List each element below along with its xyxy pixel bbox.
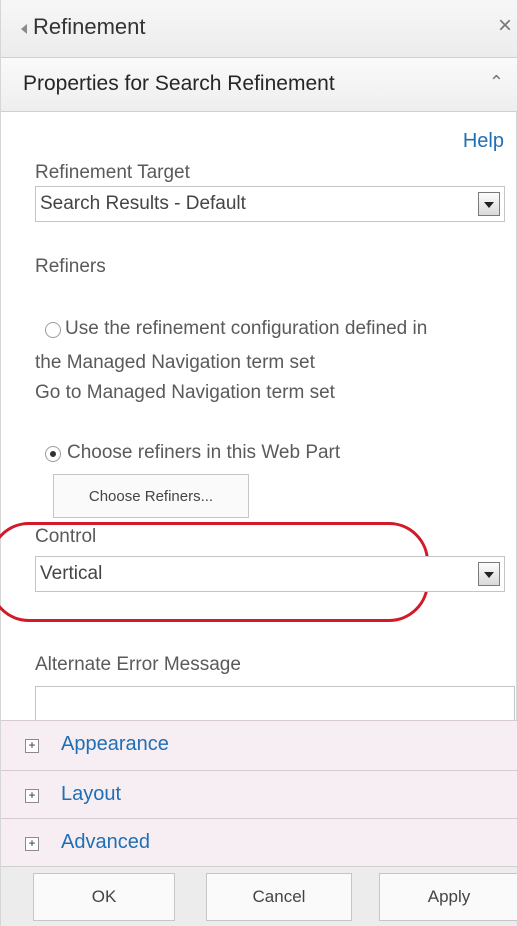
refiners-label: Refiners	[35, 256, 106, 277]
group-appearance[interactable]: + Appearance	[1, 720, 517, 770]
option-webpart-label: Choose refiners in this Web Part	[67, 442, 341, 463]
tool-pane: Refinement × Properties for Search Refin…	[0, 0, 517, 926]
group-label[interactable]: Advanced	[61, 831, 150, 854]
tool-pane-titlebar: Refinement ×	[1, 0, 517, 58]
control-select[interactable]: Vertical	[35, 556, 505, 592]
section-title: Properties for Search Refinement	[23, 72, 335, 95]
dropdown-arrow-icon[interactable]	[478, 562, 500, 586]
option-managed-line1: Use the refinement configuration defined…	[65, 318, 428, 339]
collapse-up-icon[interactable]: ⌃	[489, 72, 504, 93]
refinement-target-select[interactable]: Search Results - Default	[35, 186, 505, 222]
group-label[interactable]: Layout	[61, 783, 121, 806]
expand-plus-icon[interactable]: +	[25, 789, 39, 803]
control-value: Vertical	[40, 563, 103, 584]
expand-plus-icon[interactable]: +	[25, 739, 39, 753]
alternate-error-input[interactable]	[35, 686, 515, 722]
apply-button[interactable]: Apply	[379, 873, 517, 921]
group-label[interactable]: Appearance	[61, 733, 169, 756]
group-advanced[interactable]: + Advanced	[1, 818, 517, 866]
close-icon[interactable]: ×	[498, 12, 512, 40]
properties-section-header[interactable]: Properties for Search Refinement ⌃	[1, 58, 517, 112]
cancel-button[interactable]: Cancel	[206, 873, 352, 921]
radio-managed-navigation[interactable]	[45, 322, 61, 338]
choose-refiners-button[interactable]: Choose Refiners...	[53, 474, 249, 518]
managed-navigation-link[interactable]: Go to Managed Navigation term set	[35, 378, 335, 408]
refinement-target-label: Refinement Target	[35, 162, 190, 183]
expand-plus-icon[interactable]: +	[25, 837, 39, 851]
footer-buttons: OK Cancel Apply	[1, 866, 517, 926]
refinement-target-value: Search Results - Default	[40, 193, 246, 214]
dropdown-arrow-icon[interactable]	[478, 192, 500, 216]
option-managed-line2: the Managed Navigation term set	[35, 352, 315, 373]
help-link[interactable]: Help	[463, 130, 504, 153]
alternate-error-label: Alternate Error Message	[35, 654, 241, 675]
group-layout[interactable]: + Layout	[1, 770, 517, 820]
radio-choose-in-webpart[interactable]	[45, 446, 61, 462]
pane-title: Refinement	[33, 14, 146, 39]
collapse-left-arrow-icon[interactable]	[21, 24, 27, 34]
control-label: Control	[35, 526, 97, 547]
ok-button[interactable]: OK	[33, 873, 175, 921]
